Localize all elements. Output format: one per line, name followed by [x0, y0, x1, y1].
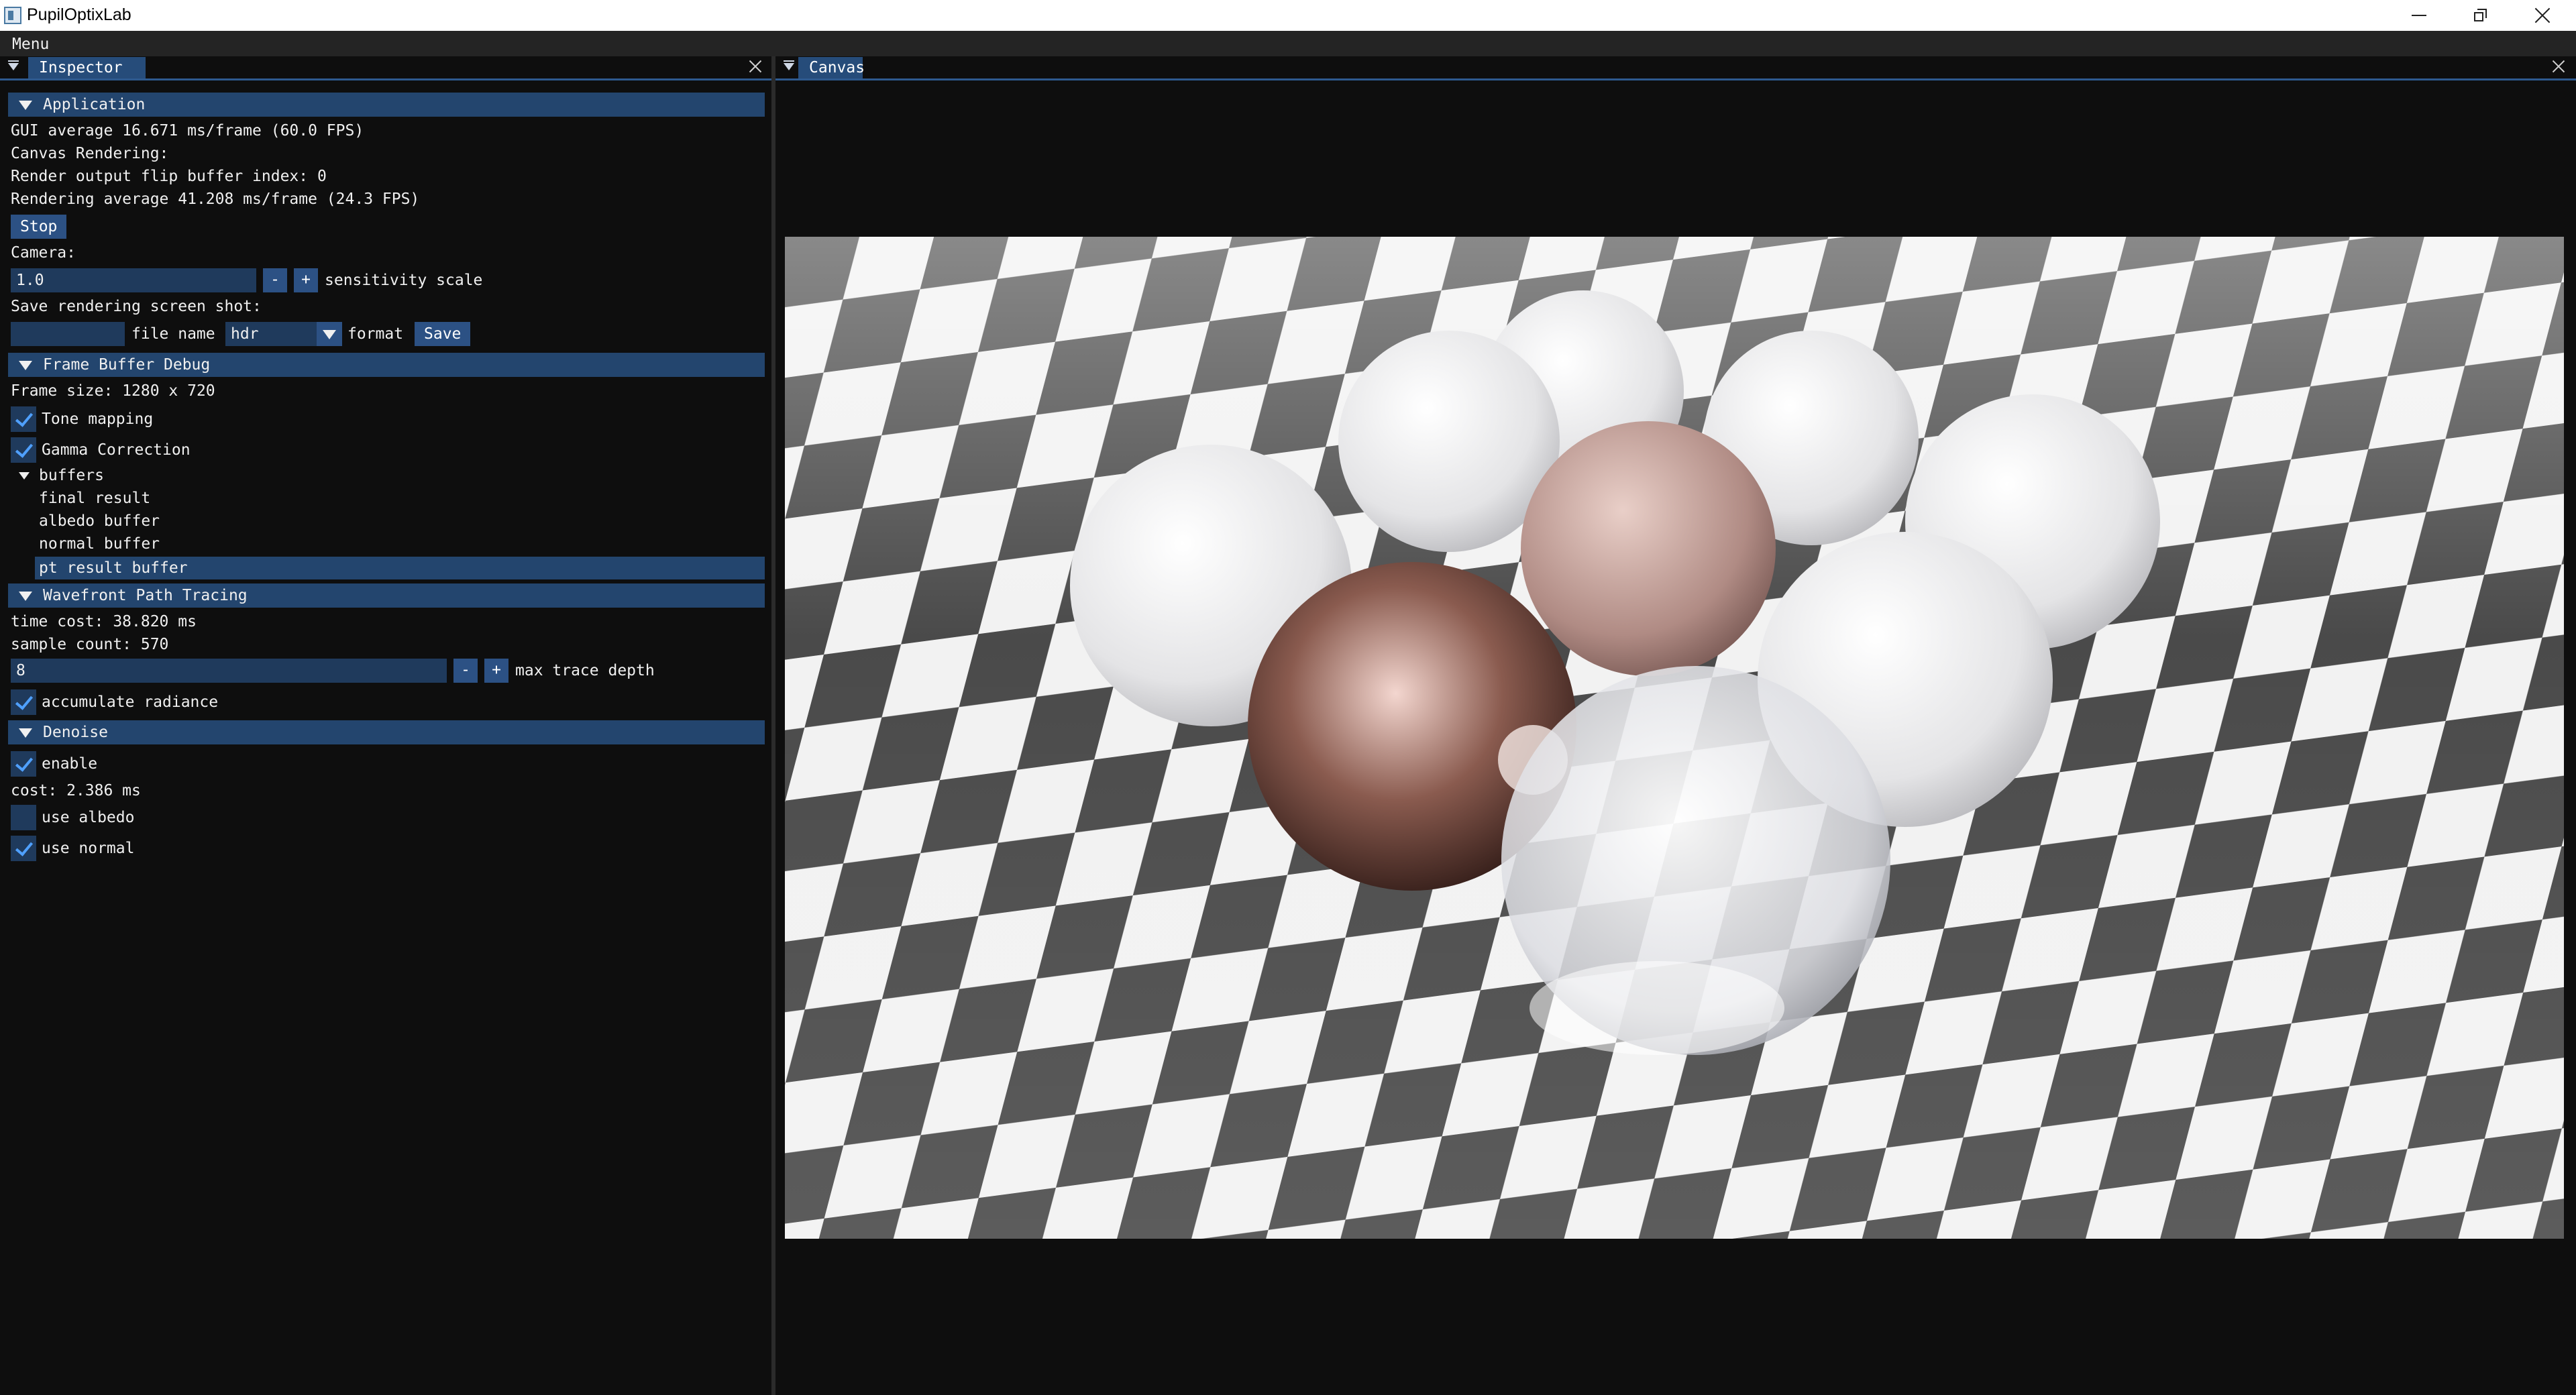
- denoise-enable-checkbox[interactable]: [11, 751, 36, 777]
- window-titlebar: PupilOptixLab: [0, 0, 2576, 31]
- panel-splitter[interactable]: [771, 56, 775, 1395]
- render-canvas-image[interactable]: [785, 237, 2564, 1239]
- tone-mapping-checkbox[interactable]: [11, 406, 36, 432]
- screenshot-label: Save rendering screen shot:: [11, 298, 262, 315]
- use-normal-checkbox[interactable]: [11, 836, 36, 861]
- max-depth-input[interactable]: 8: [11, 659, 447, 683]
- restore-icon: [2474, 9, 2487, 22]
- gamma-correction-label: Gamma Correction: [42, 441, 191, 459]
- application-header[interactable]: Application: [8, 93, 765, 117]
- frame-buffer-header[interactable]: Frame Buffer Debug: [8, 353, 765, 377]
- buffer-item-pt-result[interactable]: pt result buffer: [39, 558, 188, 578]
- format-select[interactable]: hdr: [225, 322, 317, 346]
- sphere-pink: [1521, 421, 1776, 676]
- max-depth-increment-button[interactable]: +: [484, 659, 508, 683]
- use-albedo-checkbox[interactable]: [11, 805, 36, 830]
- collapse-arrow-icon: [19, 592, 32, 601]
- tone-mapping-label: Tone mapping: [42, 410, 154, 428]
- format-label: format: [347, 325, 404, 343]
- dock-menu-icon[interactable]: [784, 60, 794, 70]
- buffer-item-final-result[interactable]: final result: [39, 488, 150, 508]
- canvas-rendering-text: Canvas Rendering:: [11, 145, 169, 162]
- flip-buffer-text: Render output flip buffer index: 0: [11, 168, 327, 185]
- app-icon: [4, 7, 21, 24]
- inspector-tabbar: Inspector: [0, 56, 771, 80]
- chevron-down-icon[interactable]: [317, 322, 342, 346]
- tab-inspector[interactable]: Inspector: [28, 57, 146, 78]
- sensitivity-input[interactable]: 1.0: [11, 268, 256, 292]
- path-tracing-header[interactable]: Wavefront Path Tracing: [8, 583, 765, 608]
- close-window-button[interactable]: [2512, 0, 2573, 31]
- rendering-average-text: Rendering average 41.208 ms/frame (24.3 …: [11, 190, 420, 208]
- stop-button[interactable]: Stop: [11, 215, 67, 239]
- denoise-cost-text: cost: 2.386 ms: [11, 782, 141, 799]
- buffers-tree-node[interactable]: buffers: [39, 465, 104, 486]
- collapse-arrow-icon: [19, 361, 32, 370]
- denoise-header[interactable]: Denoise: [8, 720, 765, 744]
- window-title: PupilOptixLab: [27, 5, 131, 24]
- save-button[interactable]: Save: [415, 322, 471, 346]
- use-albedo-label: use albedo: [42, 809, 135, 826]
- close-icon: [2534, 7, 2551, 23]
- menu-bar: Menu: [0, 31, 2576, 56]
- collapse-arrow-icon: [19, 101, 32, 110]
- sensitivity-increment-button[interactable]: +: [294, 268, 318, 292]
- accumulate-radiance-label: accumulate radiance: [42, 693, 219, 711]
- tree-expand-icon[interactable]: [19, 472, 30, 480]
- menu-item-menu[interactable]: Menu: [12, 36, 49, 53]
- close-inspector-icon[interactable]: [749, 60, 762, 73]
- close-canvas-icon[interactable]: [2552, 60, 2565, 73]
- gamma-correction-checkbox[interactable]: [11, 437, 36, 463]
- gui-average-text: GUI average 16.671 ms/frame (60.0 FPS): [11, 122, 364, 140]
- use-normal-label: use normal: [42, 840, 135, 857]
- camera-label: Camera:: [11, 244, 76, 262]
- sensitivity-scale-label: sensitivity scale: [325, 272, 483, 289]
- accumulate-radiance-checkbox[interactable]: [11, 689, 36, 715]
- sample-count-text: sample count: 570: [11, 636, 169, 653]
- glass-caustic: [1529, 961, 1784, 1055]
- buffer-item-albedo[interactable]: albedo buffer: [39, 511, 160, 531]
- sensitivity-decrement-button[interactable]: -: [263, 268, 287, 292]
- tab-canvas[interactable]: Canvas: [798, 57, 865, 78]
- max-depth-decrement-button[interactable]: -: [453, 659, 478, 683]
- file-name-input[interactable]: [11, 322, 125, 346]
- max-depth-label: max trace depth: [515, 662, 655, 679]
- time-cost-text: time cost: 38.820 ms: [11, 613, 197, 630]
- buffer-item-normal[interactable]: normal buffer: [39, 534, 160, 554]
- dock-menu-icon[interactable]: [8, 60, 19, 70]
- canvas-tabbar: Canvas: [775, 56, 2576, 80]
- denoise-enable-label: enable: [42, 755, 98, 773]
- collapse-arrow-icon: [19, 728, 32, 738]
- restore-button[interactable]: [2450, 0, 2512, 31]
- minimize-icon: [2412, 15, 2426, 16]
- file-name-label: file name: [131, 325, 215, 343]
- minimize-button[interactable]: [2388, 0, 2450, 31]
- frame-size-text: Frame size: 1280 x 720: [11, 382, 215, 400]
